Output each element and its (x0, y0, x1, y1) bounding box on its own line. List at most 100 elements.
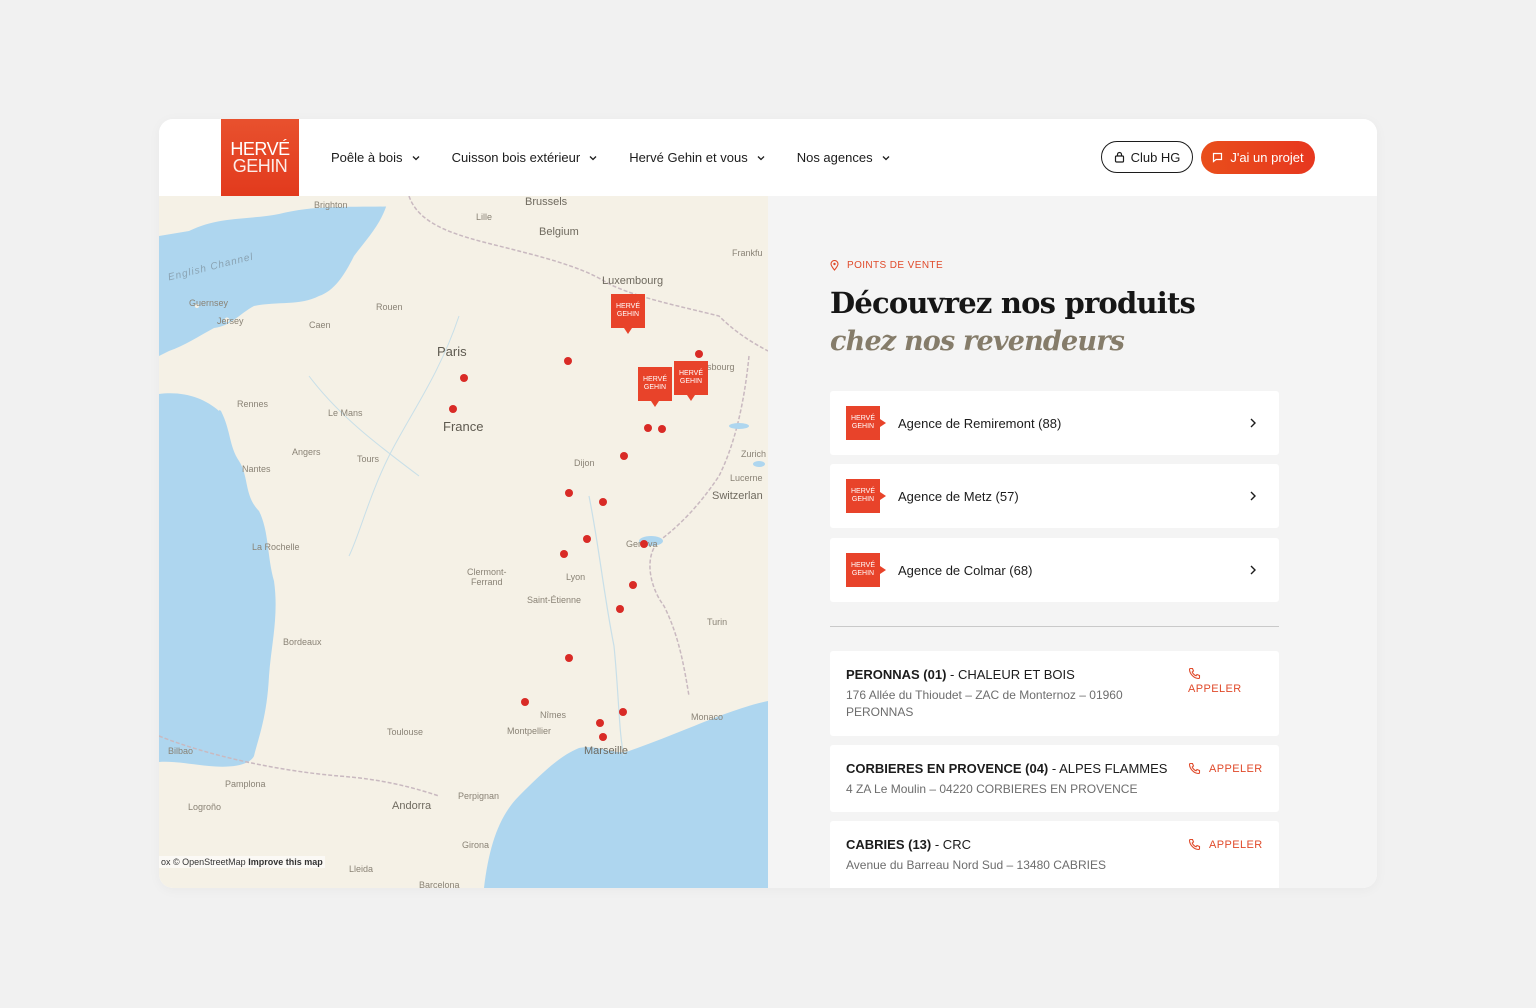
nav-item-cuisson[interactable]: Cuisson bois extérieur (452, 150, 599, 165)
map-label: sbourg (707, 362, 735, 372)
dealer-marker[interactable] (583, 535, 591, 543)
dealer-marker[interactable] (460, 374, 468, 382)
map-label: Girona (462, 840, 490, 850)
pin-line2: GEHIN (851, 570, 875, 577)
chevron-right-icon (1250, 565, 1256, 575)
chevron-down-icon (589, 155, 597, 160)
pin-line2: GEHIN (643, 384, 667, 391)
site-header: HERVÉ GEHIN Poêle à bois Cuisson bois ex… (159, 119, 1377, 196)
agency-card-metz[interactable]: HERVÉ GEHIN Agence de Metz (57) (830, 464, 1279, 528)
map-label: Turin (707, 617, 728, 627)
map-label: Clermont- (467, 567, 507, 577)
map-label: Andorra (392, 800, 432, 812)
pin-line2: GEHIN (851, 496, 875, 503)
nav-label: Nos agences (796, 150, 873, 165)
chevron-right-icon (1250, 491, 1256, 501)
dealer-title: PERONNAS (01) - CHALEUR ET BOIS (846, 667, 1075, 682)
dealer-marker[interactable] (599, 733, 607, 741)
pin-line1: HERVÉ (643, 376, 667, 383)
pin-line1: HERVÉ (851, 415, 875, 422)
pin-line1: HERVÉ (616, 303, 640, 310)
map-label: Caen (309, 320, 331, 330)
page-subtitle: chez nos revendeurs (830, 326, 1125, 357)
dealer-marker[interactable] (565, 489, 573, 497)
dealer-address: 4 ZA Le Moulin – 04220 CORBIERES EN PROV… (846, 782, 1138, 796)
map-label: Tours (357, 454, 380, 464)
dealer-address: 176 Allée du Thioudet – ZAC de Monternoz… (846, 688, 1123, 719)
brand-logo[interactable]: HERVÉ GEHIN (221, 119, 299, 196)
dealer-marker[interactable] (560, 550, 568, 558)
agency-name: Agence de Remiremont (88) (898, 415, 1062, 431)
dealer-marker[interactable] (644, 424, 652, 432)
dealer-marker[interactable] (521, 698, 529, 706)
dealer-marker[interactable] (565, 654, 573, 662)
location-pin-icon (830, 260, 839, 271)
agency-marker-colmar[interactable]: HERVÉ GEHIN (674, 361, 708, 401)
chevron-down-icon (882, 155, 890, 160)
dealer-marker[interactable] (695, 350, 703, 358)
call-label: APPELER (1188, 683, 1242, 695)
chevron-down-icon (757, 155, 765, 160)
pin-line2: GEHIN (851, 423, 875, 430)
call-button[interactable]: APPELER (1188, 667, 1242, 695)
dealer-marker[interactable] (619, 708, 627, 716)
agency-card-colmar[interactable]: HERVÉ GEHIN Agence de Colmar (68) (830, 538, 1279, 602)
map-label: Monaco (691, 712, 724, 722)
dealer-map[interactable]: English Channel Guernsey Jersey Caen Rou… (159, 196, 768, 888)
agency-marker-remiremont[interactable]: HERVÉ GEHIN (638, 367, 672, 407)
map-label: Angers (292, 447, 321, 457)
agency-name: Agence de Metz (57) (898, 488, 1019, 504)
call-button[interactable]: APPELER (1188, 838, 1263, 851)
dealer-marker[interactable] (658, 425, 666, 433)
map-label: Pamplona (225, 779, 266, 789)
eyebrow-label: POINTS DE VENTE (847, 260, 944, 271)
call-button[interactable]: APPELER (1188, 762, 1263, 775)
dealer-marker[interactable] (620, 452, 628, 460)
dealer-marker[interactable] (640, 540, 648, 548)
map-label: Switzerlan (712, 490, 763, 502)
dealer-name: PERONNAS (01) (846, 667, 947, 682)
map-label: Barcelona (419, 880, 460, 888)
pin-line1: HERVÉ (851, 488, 875, 495)
agency-marker-metz[interactable]: HERVÉ GEHIN (611, 294, 645, 334)
dealer-marker[interactable] (564, 357, 572, 365)
nav-label: Cuisson bois extérieur (451, 150, 581, 165)
dealer-marker[interactable] (629, 581, 637, 589)
dealer-marker[interactable] (616, 605, 624, 613)
map-label: Le Mans (328, 408, 363, 418)
map-label: Ferrand (471, 577, 503, 587)
dealer-marker[interactable] (449, 405, 457, 413)
map-label: Frankfu (732, 248, 763, 258)
map-label: Toulouse (387, 727, 424, 737)
dealer-marker[interactable] (596, 719, 604, 727)
map-label: Guernsey (189, 298, 229, 308)
phone-icon (1188, 762, 1201, 775)
nav-item-herve-gehin-et-vous[interactable]: Hervé Gehin et vous (629, 150, 766, 165)
lock-icon (1114, 151, 1124, 163)
chat-icon (1213, 152, 1223, 163)
map-label: Belgium (539, 226, 579, 238)
dealer-card: CABRIES (13) - CRC Avenue du Barreau Nor… (830, 821, 1279, 888)
nav-item-nos-agences[interactable]: Nos agences (797, 150, 891, 165)
call-label: APPELER (1209, 762, 1263, 775)
map-label: Brighton (314, 200, 348, 210)
chevron-right-icon (1250, 418, 1256, 428)
club-hg-button[interactable]: Club HG (1101, 141, 1193, 173)
nav-item-poele[interactable]: Poêle à bois (331, 150, 421, 165)
pin-line2: GEHIN (679, 378, 703, 385)
agency-card-remiremont[interactable]: HERVÉ GEHIN Agence de Remiremont (88) (830, 391, 1279, 455)
map-label: Luxembourg (602, 275, 664, 287)
dealer-title: CORBIERES EN PROVENCE (04) - ALPES FLAMM… (846, 761, 1167, 776)
dealer-marker[interactable] (599, 498, 607, 506)
call-label: APPELER (1209, 838, 1263, 851)
page-card: HERVÉ GEHIN Poêle à bois Cuisson bois ex… (159, 119, 1377, 888)
map-label: Nantes (242, 464, 271, 474)
improve-map-link[interactable]: Improve this map (248, 857, 323, 867)
club-hg-label: Club HG (1130, 149, 1181, 165)
map-label: Marseille (584, 745, 629, 757)
project-button[interactable]: J'ai un projet (1201, 141, 1315, 174)
agency-logo: HERVÉ GEHIN (846, 406, 886, 440)
map-label: La Rochelle (252, 542, 300, 552)
dealer-title: CABRIES (13) - CRC (846, 837, 971, 852)
section-divider (830, 626, 1279, 627)
